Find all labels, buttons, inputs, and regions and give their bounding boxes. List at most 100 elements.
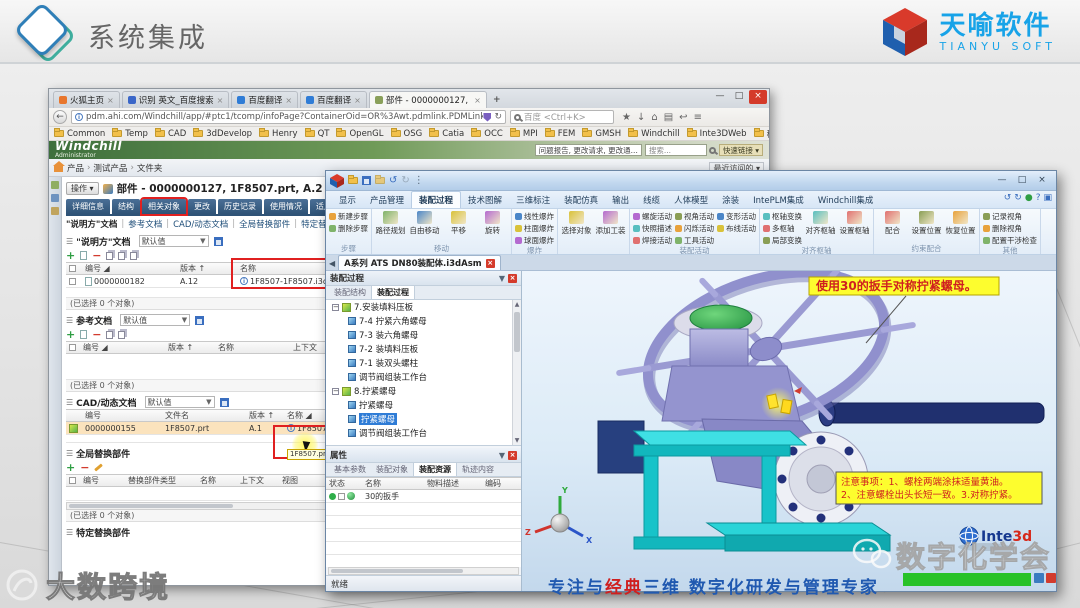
table-menu-icon[interactable]: ☰ — [66, 237, 73, 246]
new-doc-icon[interactable] — [80, 330, 88, 339]
ribbon-button[interactable]: 球面爆炸 — [515, 235, 554, 246]
window-control-button[interactable]: □ — [1012, 174, 1032, 188]
window-control-button[interactable]: — — [711, 90, 729, 104]
tab-close-icon[interactable]: × — [107, 96, 114, 105]
remove-icon[interactable]: − — [92, 250, 101, 261]
ribbon-button[interactable]: 添加工装 — [595, 211, 626, 236]
window-control-button[interactable]: × — [1032, 174, 1052, 188]
window-control-button[interactable]: × — [749, 90, 767, 104]
ribbon-button[interactable]: 枢轴变换 — [763, 211, 802, 222]
tree-item[interactable]: − 7.安装填料压板 — [326, 300, 521, 314]
column-part[interactable] — [689, 328, 749, 372]
edit-icon[interactable] — [94, 463, 104, 472]
back-button[interactable]: ← — [53, 110, 67, 124]
view-select[interactable]: 默认值 ▼ — [138, 235, 209, 247]
redo-icon[interactable]: ↻ — [401, 175, 409, 186]
nut-part[interactable] — [780, 398, 793, 415]
nav-icon[interactable]: ↩ — [679, 112, 687, 123]
h-scrollbar[interactable] — [328, 567, 519, 575]
tab-close-icon[interactable]: × — [217, 96, 224, 105]
add-icon[interactable]: + — [66, 250, 75, 261]
bookmark-item[interactable]: GMSH — [582, 128, 621, 139]
ribbon-tab[interactable]: IntePLM集成 — [746, 192, 811, 208]
save-view-icon[interactable] — [195, 315, 205, 325]
windchill-tab[interactable]: 更改 — [188, 199, 216, 214]
tree-item[interactable]: 拧紧螺母 — [326, 398, 521, 412]
table-row[interactable] — [326, 542, 521, 555]
save-view-icon[interactable] — [219, 397, 229, 407]
recent-icon[interactable] — [375, 175, 385, 184]
open-icon[interactable] — [348, 175, 358, 184]
help-icon[interactable]: ? — [1036, 193, 1041, 203]
pipe-part[interactable] — [823, 402, 1045, 424]
panel-tab[interactable]: 基本参数 — [329, 463, 371, 476]
bookmark-item[interactable]: Temp — [112, 128, 148, 139]
table-row[interactable] — [326, 516, 521, 529]
table-row[interactable] — [326, 555, 521, 567]
windchill-subtab[interactable]: CAD/动态文档 — [173, 218, 228, 230]
site-info-icon[interactable] — [75, 113, 83, 121]
ribbon-button[interactable]: 快照描述 — [633, 223, 672, 234]
windchill-subtab[interactable]: 全局替换部件 — [239, 218, 290, 230]
checkbox[interactable] — [69, 477, 76, 484]
bookmark-item[interactable]: Henry — [259, 128, 298, 139]
windchill-subtab[interactable]: "说明方"文档 — [66, 218, 117, 230]
bookmark-item[interactable]: Catia — [429, 128, 464, 139]
checkbox[interactable] — [69, 265, 76, 272]
save-view-icon[interactable] — [213, 236, 223, 246]
ribbon-tab[interactable]: 涂装 — [715, 192, 746, 208]
checkbox[interactable] — [69, 344, 76, 351]
browser-tab[interactable]: 百度翻译 × — [300, 91, 367, 108]
scroll-left-icon[interactable]: ◀ — [329, 259, 335, 268]
ribbon-tab[interactable]: Windchill集成 — [811, 192, 881, 208]
tab-close-icon[interactable]: × — [354, 96, 361, 105]
minimize-ribbon-icon[interactable]: ▣ — [1043, 193, 1052, 203]
ribbon-tab[interactable]: 三维标注 — [509, 192, 557, 208]
ribbon-tab[interactable]: 技术图解 — [461, 192, 509, 208]
table-row[interactable] — [326, 529, 521, 542]
window-control-button[interactable]: — — [992, 174, 1012, 188]
close-doc-icon[interactable]: × — [485, 258, 495, 268]
ribbon-tab[interactable]: 装配过程 — [411, 191, 462, 208]
ribbon-button[interactable]: 变形活动 — [717, 211, 756, 222]
nav-icon[interactable]: ▤ — [664, 112, 673, 123]
nav-icon[interactable]: ↓ — [637, 112, 645, 123]
ribbon-tab[interactable]: 输出 — [605, 192, 636, 208]
new-doc-icon[interactable] — [80, 251, 88, 260]
copy-icon[interactable] — [106, 251, 114, 260]
tree-item[interactable]: 拧紧螺母 — [326, 412, 521, 426]
ribbon-button[interactable]: 路径规划 — [375, 211, 406, 236]
document-tab[interactable]: A系列 ATS DN80装配体.i3dAsm × — [338, 255, 501, 270]
windchill-tab[interactable]: 详细信息 — [66, 199, 110, 214]
remove-icon[interactable]: − — [80, 462, 89, 473]
panel-tab[interactable]: 装配对象 — [371, 463, 413, 476]
reload-icon[interactable]: ↻ — [494, 112, 502, 122]
search-box[interactable]: 百度 <Ctrl+K> — [510, 110, 614, 124]
bookmark-item[interactable]: MPI — [509, 128, 538, 139]
browser-tab[interactable]: 部件 - 0000000127, 1 × — [368, 91, 487, 108]
browser-tab[interactable]: 百度翻译 × — [231, 91, 299, 108]
undo-icon[interactable]: ↺ — [1004, 193, 1012, 203]
windchill-tab[interactable]: 历史记录 — [218, 199, 262, 214]
ribbon-button[interactable]: 平移 — [443, 211, 474, 236]
tree-item[interactable]: 调节阀组装工作台 — [326, 370, 521, 384]
tab-close-icon[interactable]: × — [285, 96, 292, 105]
ribbon-tab[interactable]: 线缆 — [636, 192, 667, 208]
ribbon-tab[interactable]: 产品管理 — [363, 192, 411, 208]
v-scrollbar[interactable]: ▲ ▼ — [512, 300, 521, 445]
more-icon[interactable]: ⋮ — [414, 175, 424, 186]
ribbon-button[interactable]: 设置位置 — [911, 211, 942, 236]
breadcrumb-item[interactable]: 文件夹 — [137, 162, 163, 174]
strip-icon[interactable] — [51, 207, 59, 215]
browser-tab[interactable]: 识别 英文_百度搜索 × — [121, 91, 230, 108]
home-icon[interactable] — [53, 161, 65, 172]
nav-icon[interactable]: ★ — [622, 112, 631, 123]
url-text[interactable]: pdm.ahi.com/Windchill/app/#ptc1/tcomp/in… — [86, 112, 483, 122]
windchill-subtab[interactable]: 参考文档 — [128, 218, 162, 230]
theme-icon[interactable]: ● — [1025, 193, 1033, 203]
panel-tab[interactable]: 装配结构 — [329, 286, 371, 299]
pin-icon[interactable]: ▼ — [499, 274, 505, 283]
nav-icon[interactable]: ≡ — [694, 112, 702, 123]
ribbon-button[interactable]: 记录视角 — [983, 211, 1037, 222]
bookmark-item[interactable]: FEM — [544, 128, 575, 139]
